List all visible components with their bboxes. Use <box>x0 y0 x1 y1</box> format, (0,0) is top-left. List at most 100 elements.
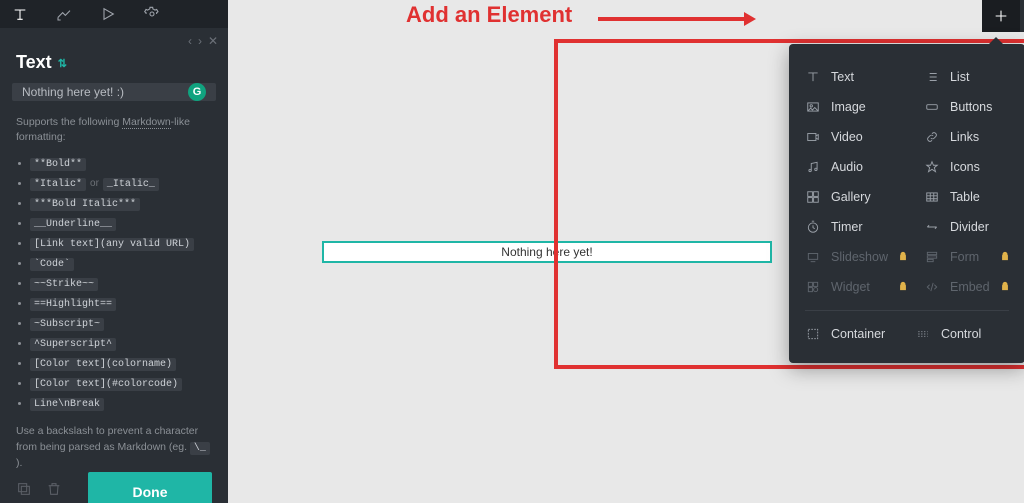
format-example: __Underline__ <box>30 214 212 234</box>
embed-icon <box>924 280 940 294</box>
text-icon <box>805 70 821 84</box>
format-example: [Color text](#colorcode) <box>30 374 212 394</box>
inspector-panel: ‹ › ✕ Text ⇅ Nothing here yet! :) G Supp… <box>0 0 228 503</box>
divider-icon <box>924 220 940 234</box>
panel-title-text: Text <box>16 52 52 73</box>
tab-preview-icon[interactable] <box>94 0 122 28</box>
menu-item-label: Divider <box>950 220 989 234</box>
format-example: ^Superscript^ <box>30 334 212 354</box>
menu-item-timer[interactable]: Timer <box>797 212 916 242</box>
menu-item-gallery[interactable]: Gallery <box>797 182 916 212</box>
placeholder-text: Nothing here yet! <box>501 245 592 259</box>
text-element-placeholder[interactable]: Nothing here yet! <box>322 241 772 263</box>
timer-icon <box>805 220 821 234</box>
undo-button[interactable] <box>1020 0 1024 32</box>
format-example: [Link text](any valid URL) <box>30 234 212 254</box>
add-element-button[interactable] <box>982 0 1020 32</box>
formatting-help-footer: Use a backslash to prevent a character f… <box>0 414 228 472</box>
menu-item-label: Widget <box>831 280 870 294</box>
menu-item-label: Table <box>950 190 980 204</box>
menu-item-slideshow: Slideshow <box>797 242 916 272</box>
format-example: ***Bold Italic*** <box>30 194 212 214</box>
format-example: ~~Strike~~ <box>30 274 212 294</box>
annotation-arrow-icon <box>598 12 756 26</box>
menu-item-audio[interactable]: Audio <box>797 152 916 182</box>
panel-prev-icon[interactable]: ‹ <box>188 34 192 48</box>
menu-item-video[interactable]: Video <box>797 122 916 152</box>
menu-item-label: Icons <box>950 160 980 174</box>
lock-icon <box>1000 250 1010 264</box>
menu-item-links[interactable]: Links <box>916 122 1018 152</box>
buttons-icon <box>924 100 940 114</box>
menu-item-container[interactable]: Container <box>797 319 907 349</box>
panel-close-icon[interactable]: ✕ <box>208 34 218 48</box>
grammarly-icon[interactable]: G <box>188 83 206 101</box>
menu-item-image[interactable]: Image <box>797 92 916 122</box>
audio-icon <box>805 160 821 174</box>
slideshow-icon <box>805 250 821 264</box>
video-icon <box>805 130 821 144</box>
control-icon <box>915 327 931 341</box>
widget-icon <box>805 280 821 294</box>
menu-item-label: Audio <box>831 160 863 174</box>
menu-item-label: Video <box>831 130 863 144</box>
form-icon <box>924 250 940 264</box>
menu-item-buttons[interactable]: Buttons <box>916 92 1018 122</box>
menu-item-label: Links <box>950 130 979 144</box>
menu-item-label: List <box>950 70 969 84</box>
menu-item-label: Buttons <box>950 100 992 114</box>
menu-item-table[interactable]: Table <box>916 182 1018 212</box>
format-example: Line\nBreak <box>30 394 212 414</box>
menu-item-list[interactable]: List <box>916 62 1018 92</box>
canvas[interactable]: Nothing here yet! Add an Element Text Lis… <box>228 0 1024 503</box>
inspector-tabs <box>0 0 228 28</box>
menu-item-label: Image <box>831 100 866 114</box>
tab-text-icon[interactable] <box>6 0 34 28</box>
icons-icon <box>924 160 940 174</box>
menu-item-label: Slideshow <box>831 250 888 264</box>
menu-item-widget: Widget <box>797 272 916 302</box>
panel-title-chevron-icon[interactable]: ⇅ <box>58 57 67 70</box>
text-content-value: Nothing here yet! :) <box>22 85 124 99</box>
menu-item-divider[interactable]: Divider <box>916 212 1018 242</box>
lock-icon <box>898 280 908 294</box>
container-icon <box>805 327 821 341</box>
add-element-menu: Text List Image Buttons Video Links Audio Icons… <box>789 44 1024 363</box>
menu-item-embed: Embed <box>916 272 1018 302</box>
format-example: `Code` <box>30 254 212 274</box>
tab-settings-icon[interactable] <box>138 0 166 28</box>
menu-item-label: Timer <box>831 220 862 234</box>
menu-item-control[interactable]: Control <box>907 319 1017 349</box>
menu-item-label: Form <box>950 250 979 264</box>
menu-item-label: Text <box>831 70 854 84</box>
duplicate-icon[interactable] <box>16 481 32 502</box>
table-icon <box>924 190 940 204</box>
formatting-list: **Bold***Italic*or_Italic_***Bold Italic… <box>0 154 228 414</box>
menu-item-label: Gallery <box>831 190 871 204</box>
text-content-input[interactable]: Nothing here yet! :) G <box>12 83 216 101</box>
format-example: [Color text](colorname) <box>30 354 212 374</box>
done-button[interactable]: Done <box>88 472 212 503</box>
trash-icon[interactable] <box>46 481 62 502</box>
gallery-icon <box>805 190 821 204</box>
format-example: **Bold** <box>30 154 212 174</box>
menu-item-form: Form <box>916 242 1018 272</box>
menu-item-label: Embed <box>950 280 990 294</box>
list-icon <box>924 70 940 84</box>
menu-item-icons[interactable]: Icons <box>916 152 1018 182</box>
format-example: *Italic*or_Italic_ <box>30 174 212 194</box>
top-toolbar <box>982 0 1024 32</box>
menu-divider <box>805 310 1009 311</box>
annotation-label: Add an Element <box>406 2 572 28</box>
panel-next-icon[interactable]: › <box>198 34 202 48</box>
links-icon <box>924 130 940 144</box>
tab-style-icon[interactable] <box>50 0 78 28</box>
format-example: ==Highlight== <box>30 294 212 314</box>
menu-item-label: Control <box>941 327 981 341</box>
panel-nav: ‹ › ✕ <box>0 28 228 48</box>
panel-footer: Done <box>0 472 228 503</box>
panel-title: Text ⇅ <box>0 48 228 83</box>
image-icon <box>805 100 821 114</box>
menu-item-label: Container <box>831 327 885 341</box>
menu-item-text[interactable]: Text <box>797 62 916 92</box>
